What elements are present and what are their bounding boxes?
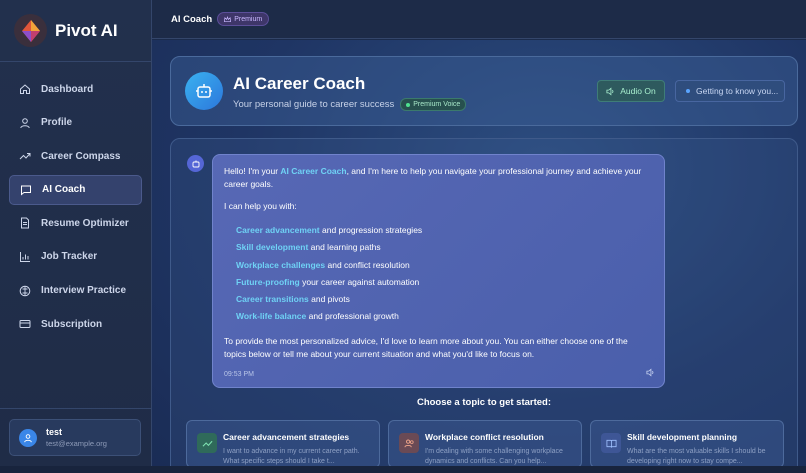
sidebar-item-interview-practice[interactable]: Interview Practice [9, 276, 142, 306]
list-item-text: and conflict resolution [325, 259, 410, 270]
topic-title: Workplace conflict resolution [425, 432, 544, 442]
sidebar-item-label: Resume Optimizer [41, 217, 129, 229]
user-name: test [46, 427, 63, 437]
list-item: Career transitions and pivots [236, 291, 651, 308]
sidebar-item-job-tracker[interactable]: Job Tracker [9, 242, 142, 272]
premium-voice-label: Premium Voice [413, 101, 461, 108]
list-item-highlight: Career advancement [236, 225, 320, 235]
speaker-icon [606, 87, 614, 95]
status-dot [406, 102, 411, 107]
bar-chart-icon [20, 251, 30, 262]
coach-subtitle: Your personal guide to career success [233, 99, 395, 110]
sidebar-item-label: Career Compass [41, 150, 121, 162]
sidebar-item-resume-optimizer[interactable]: Resume Optimizer [9, 208, 142, 238]
intro-text: Hello! I'm your [224, 166, 281, 176]
topic-description: I'm dealing with some challenging workpl… [425, 448, 563, 465]
brand[interactable]: Pivot AI [0, 0, 151, 62]
page-title: AI Coach [171, 13, 213, 25]
app-name: Pivot AI [55, 20, 118, 40]
play-audio-icon[interactable] [646, 368, 655, 381]
list-item-text: and progression strategies [319, 225, 423, 235]
crown-icon [224, 15, 232, 22]
user-icon [24, 433, 32, 442]
bottom-bar [0, 466, 806, 473]
premium-badge-label: Premium [234, 15, 263, 23]
users-icon [399, 433, 419, 453]
coach-title: AI Career Coach [233, 74, 366, 93]
compass-icon [19, 285, 31, 296]
sidebar-item-ai-coach[interactable]: AI Coach [9, 174, 142, 205]
sidebar-item-label: Job Tracker [41, 251, 98, 263]
sidebar-item-label: Dashboard [41, 83, 94, 95]
status-dot [686, 89, 690, 93]
user-email: test@example.org [46, 439, 107, 448]
book-icon [601, 433, 621, 453]
chat-icon [21, 185, 31, 196]
sidebar-item-dashboard[interactable]: Dashboard [9, 74, 142, 104]
status-text: Getting to know you... [696, 86, 779, 96]
message-timestamp: 09:53 PM [224, 371, 254, 378]
sidebar-item-subscription[interactable]: Subscription [9, 309, 142, 339]
bot-avatar-icon [187, 155, 204, 172]
topics-heading: Choose a topic to get started: [416, 397, 552, 408]
message-intro: Hello! I'm your AI Career Coach, and I'm… [224, 165, 651, 191]
top-bar: AI Coach Premium [152, 0, 806, 39]
list-item-highlight: Workplace challenges [236, 259, 326, 270]
list-item: Career advancement and progression strat… [236, 222, 651, 239]
topic-title: Skill development planning [627, 432, 738, 442]
chat-panel: Hello! I'm your AI Career Coach, and I'm… [170, 138, 798, 473]
list-item-text: and professional growth [306, 311, 399, 322]
topic-description: I want to advance in my current career p… [223, 448, 360, 465]
list-item-highlight: Work-life balance [236, 311, 307, 322]
list-item-text: and pivots [308, 294, 350, 305]
sidebar-divider [0, 408, 152, 409]
premium-voice-badge: Premium Voice [400, 98, 467, 111]
list-item-highlight: Future-proofing [236, 276, 300, 287]
sidebar-item-career-compass[interactable]: Career Compass [9, 141, 142, 171]
sidebar: Pivot AI Dashboard Profile Career Compas… [0, 0, 152, 473]
audio-toggle-button[interactable]: Audio On [597, 80, 665, 102]
list-item: Work-life balance and professional growt… [236, 308, 651, 325]
document-icon [21, 217, 29, 229]
message-closing: To provide the most personalized advice,… [224, 335, 628, 359]
sidebar-item-label: AI Coach [42, 184, 86, 196]
intro-highlight: AI Career Coach [280, 166, 347, 176]
list-item-highlight: Skill development [236, 242, 309, 253]
pivot-logo-icon [14, 14, 47, 47]
status-indicator: Getting to know you... [675, 80, 785, 102]
trend-icon [197, 433, 217, 453]
list-item-text: your career against automation [299, 276, 420, 287]
sidebar-item-label: Subscription [41, 318, 103, 330]
main-content: AI Career Coach Your personal guide to c… [152, 40, 806, 473]
assistant-message: Hello! I'm your AI Career Coach, and I'm… [212, 154, 665, 388]
list-item: Skill development and learning paths [236, 239, 651, 256]
robot-icon [185, 72, 223, 110]
sidebar-item-label: Profile [41, 117, 73, 129]
list-item: Future-proofing your career against auto… [236, 274, 651, 291]
audio-toggle-label: Audio On [620, 86, 656, 96]
user-card[interactable]: test test@example.org [9, 419, 141, 456]
list-item: Workplace challenges and conflict resolu… [236, 257, 651, 274]
topic-card-workplace-conflict[interactable]: Workplace conflict resolution I'm dealin… [388, 420, 582, 468]
topic-title: Career advancement strategies [223, 432, 350, 442]
topic-description: What are the most valuable skills I shou… [627, 448, 766, 465]
home-icon [20, 84, 30, 94]
trend-icon [19, 153, 31, 160]
sidebar-item-profile[interactable]: Profile [9, 108, 142, 138]
topic-card-skill-development[interactable]: Skill development planning What are the … [590, 420, 784, 468]
avatar [19, 428, 37, 447]
help-list: Career advancement and progression strat… [236, 222, 651, 326]
premium-badge: Premium [217, 12, 270, 26]
user-icon [20, 117, 30, 128]
sidebar-nav: Dashboard Profile Career Compass AI Coac… [0, 62, 151, 339]
message-help-lead: I can help you with: [224, 201, 297, 211]
coach-header: AI Career Coach Your personal guide to c… [170, 56, 798, 126]
topic-card-career-advancement[interactable]: Career advancement strategies I want to … [186, 420, 380, 468]
sidebar-item-label: Interview Practice [41, 285, 127, 297]
list-item-highlight: Career transitions [236, 294, 309, 305]
credit-card-icon [19, 320, 31, 329]
list-item-text: and learning paths [308, 242, 381, 253]
